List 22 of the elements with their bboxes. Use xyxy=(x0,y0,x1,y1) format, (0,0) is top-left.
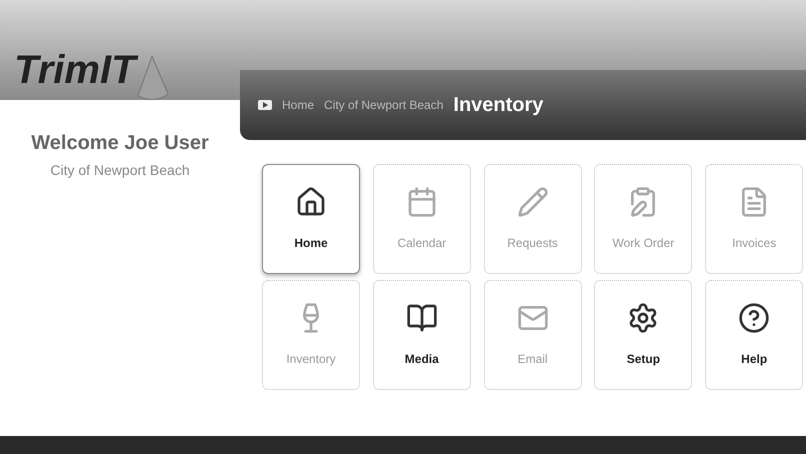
tile-button[interactable]: Media xyxy=(372,280,471,390)
breadcrumb-link[interactable]: Home xyxy=(282,96,314,114)
breadcrumb-link[interactable]: City of Newport Beach xyxy=(324,96,444,114)
calendar-icon xyxy=(406,186,438,218)
tile-button[interactable]: Home xyxy=(262,164,360,274)
tile-button[interactable]: Work Order xyxy=(594,164,692,274)
welcome-subtitle: City of Newport Beach xyxy=(50,161,190,180)
tile-button[interactable]: Setup xyxy=(594,280,692,390)
tile-button[interactable]: Calendar xyxy=(372,164,471,274)
help-icon xyxy=(738,302,770,334)
logo[interactable]: TrimIT xyxy=(14,50,136,90)
settings-icon xyxy=(627,302,660,334)
tile-button[interactable]: Email xyxy=(484,280,582,390)
book-icon xyxy=(406,302,438,334)
tile-button[interactable]: Requests xyxy=(484,164,582,274)
tile-button[interactable]: Inventory xyxy=(262,280,360,390)
tile-button[interactable]: Help xyxy=(705,280,804,390)
tile-button[interactable]: Invoices xyxy=(705,164,804,274)
house-icon xyxy=(295,186,327,218)
pencil-icon xyxy=(516,186,549,218)
breadcrumb-current: Inventory xyxy=(453,93,544,118)
welcome-title: Welcome Joe User xyxy=(31,131,209,156)
